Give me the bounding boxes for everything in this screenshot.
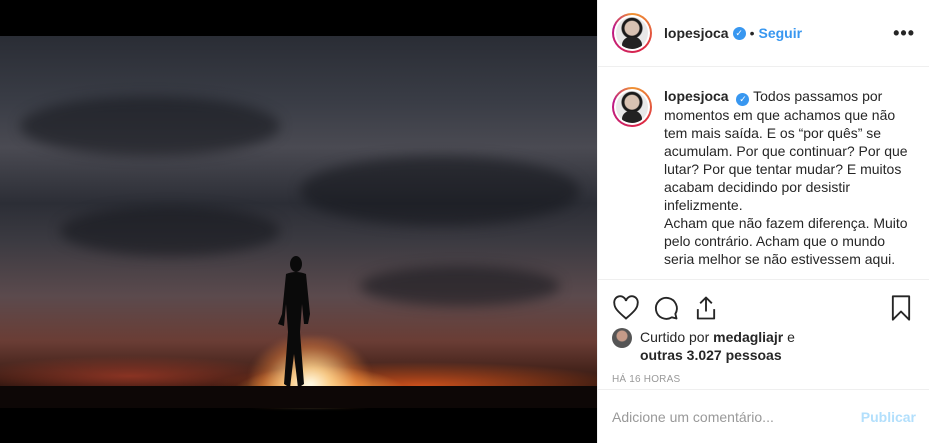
- likes-summary: Curtido por medagliajr e outras 3.027 pe…: [612, 328, 915, 364]
- likes-connector: e: [787, 329, 795, 345]
- avatar[interactable]: [612, 13, 652, 53]
- caption-username[interactable]: lopesjoca: [664, 88, 729, 104]
- post-caption: lopesjoca ✓ Todos passamos por momentos …: [664, 87, 915, 279]
- comment-bubble-icon[interactable]: [652, 294, 680, 322]
- caption-text-2: Acham que não fazem diferença. Muito pel…: [664, 214, 908, 267]
- caption-avatar-image: [616, 91, 648, 123]
- verified-badge-icon: ✓: [732, 26, 746, 40]
- separator-dot: •: [749, 25, 755, 41]
- publish-button[interactable]: Publicar: [861, 409, 916, 425]
- avatar-image: [616, 17, 648, 49]
- caption-verified-badge-icon: ✓: [736, 92, 750, 106]
- likes-prefix: Curtido por: [640, 329, 710, 345]
- likes-count-link[interactable]: outras 3.027 pessoas: [640, 347, 782, 363]
- save-bookmark-icon[interactable]: [887, 294, 915, 322]
- horizon-ground: [0, 386, 597, 408]
- flying-person-silhouette: [278, 256, 310, 388]
- post-actions-section: Curtido por medagliajr e outras 3.027 pe…: [598, 279, 929, 385]
- share-icon[interactable]: [692, 294, 720, 322]
- post-side-panel: lopesjoca ✓ • Seguir ••• lopesjoca ✓ Tod…: [597, 0, 929, 443]
- comment-input[interactable]: [612, 408, 861, 425]
- more-options-icon[interactable]: •••: [893, 23, 915, 44]
- caption-text: Todos passamos por momentos em que acham…: [664, 88, 908, 213]
- post-media[interactable]: [0, 0, 597, 443]
- comments-area[interactable]: lopesjoca ✓ Todos passamos por momentos …: [598, 67, 929, 279]
- post-timestamp[interactable]: Há 16 horas: [612, 374, 915, 385]
- post-photo[interactable]: [0, 36, 597, 408]
- liker-username[interactable]: medagliajr: [713, 329, 783, 345]
- follow-button[interactable]: Seguir: [759, 25, 803, 41]
- header-username[interactable]: lopesjoca: [664, 25, 729, 41]
- like-heart-icon[interactable]: [612, 294, 640, 322]
- action-bar: [612, 280, 915, 326]
- liker-avatar[interactable]: [612, 328, 632, 348]
- post-header: lopesjoca ✓ • Seguir •••: [598, 0, 929, 67]
- caption-avatar[interactable]: [612, 87, 652, 127]
- comment-form: Publicar: [598, 389, 929, 443]
